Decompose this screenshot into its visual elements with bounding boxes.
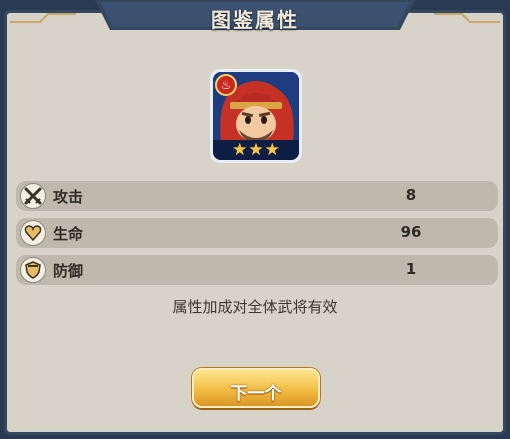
stat-row-attack: 攻击 8	[16, 181, 498, 211]
stat-label: 防御	[53, 262, 84, 280]
stat-row-defense: 防御 1	[16, 255, 498, 285]
star-icon: ★	[232, 139, 248, 160]
heart-icon	[20, 220, 46, 246]
next-button-label: 下一个	[230, 384, 282, 404]
hero-portrait: ♨ ★ ★ ★	[210, 69, 302, 163]
fire-icon: ♨	[215, 74, 237, 96]
dialog-title: 图鉴属性	[211, 8, 299, 32]
stat-value: 8	[405, 186, 417, 204]
bonus-note: 属性加成对全体武将有效	[172, 298, 338, 316]
star-rating: ★ ★ ★	[213, 140, 299, 160]
stat-label: 攻击	[53, 188, 84, 206]
next-button[interactable]: 下一个	[192, 368, 320, 408]
star-icon: ★	[264, 139, 280, 160]
stat-value: 1	[405, 260, 417, 278]
shield-icon	[20, 257, 46, 283]
stat-row-health: 生命 96	[16, 218, 498, 248]
crossed-swords-icon	[20, 183, 46, 209]
stat-label: 生命	[53, 225, 84, 243]
stat-value: 96	[400, 223, 422, 241]
star-icon: ★	[248, 139, 264, 160]
dialog-header: 图鉴属性	[0, 0, 510, 42]
